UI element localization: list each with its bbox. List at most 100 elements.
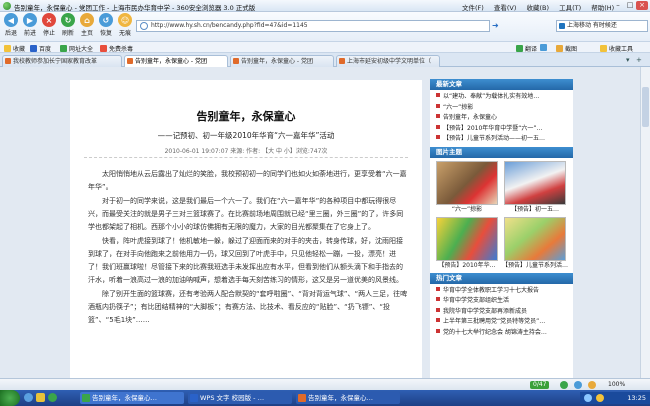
favorites-collect-button[interactable]: 收藏 (4, 44, 25, 53)
list-item[interactable]: 【预告】儿童节系列活动——初一五… (436, 134, 570, 145)
network-icon[interactable] (584, 394, 592, 402)
traceless-button[interactable]: ☺ 无痕 (116, 13, 134, 37)
tab-yanan-school[interactable]: 上海市延安初级中学文明单位（ (336, 55, 440, 67)
list-item[interactable]: 华育中学全体教职工学习十七大报告 (436, 286, 570, 297)
gallery-item[interactable]: 【预告】初一五… (502, 160, 568, 214)
menu-tools[interactable]: 工具(T) (559, 4, 581, 12)
wps-icon (190, 394, 198, 402)
home-button[interactable]: ⌂ 主页 (78, 13, 96, 37)
list-item[interactable]: 以“建功、奉献”为载体扎实有效地… (436, 92, 570, 103)
clock: 13:25 (627, 394, 646, 402)
resource-counter-badge[interactable]: 0/47 (530, 381, 550, 389)
page-favicon-icon (233, 58, 239, 64)
navigation-toolbar: ◀ 后退 ▶ 前进 × 停止 ↻ 刷新 ⌂ 主页 ↺ 恢复 ☺ 无痕 http:… (0, 12, 650, 41)
speed-icon[interactable] (588, 381, 596, 389)
favorite-url-directory[interactable]: 网址大全 (60, 44, 93, 53)
forward-arrow-icon: ▶ (23, 13, 37, 27)
vertical-scrollbar[interactable] (640, 67, 650, 378)
favorite-baidu[interactable]: 百度 (30, 44, 51, 53)
list-item[interactable]: 告别童年，永保童心 (436, 113, 570, 124)
tab-article-duplicate[interactable]: 告别童年，永保童心 - 党团 (230, 55, 334, 67)
hot-articles-list: 华育中学全体教职工学习十七大报告 华育中学党支部组织生活 我院华育中学党支部再添… (430, 284, 573, 341)
close-icon[interactable]: × (636, 1, 648, 10)
title-bar: 告别童年，永保童心 - 党团工作 - 上海市民办华育中学 - 360安全浏览器 … (0, 0, 650, 12)
search-text: 上海移动 有时候还 (567, 22, 617, 29)
latest-articles-list: 以“建功、奉献”为载体扎实有效地… “六一”掠影 告别童年，永保童心 【预告】2… (430, 90, 573, 147)
status-bar: 0/47 100% (0, 378, 650, 390)
address-bar[interactable]: http://www.hy.sh.cn/bencandy.php?fid=47&… (136, 20, 490, 32)
new-tab-icon[interactable]: + (636, 56, 642, 64)
start-button[interactable] (0, 390, 20, 406)
unknown-tool-button[interactable] (540, 44, 549, 52)
gallery-grid: “六一”掠影 【预告】初一五… 【预告】2010年华… 【预告】儿童节系列活… (430, 158, 573, 273)
menu-view[interactable]: 查看(V) (494, 4, 517, 12)
menu-file[interactable]: 文件(F) (462, 4, 484, 12)
taskbar-browser-window-2[interactable]: 告别童年，永保童心… (296, 392, 400, 404)
back-arrow-icon: ◀ (4, 13, 18, 27)
folder-icon (600, 45, 607, 52)
bullet-icon (436, 297, 440, 301)
menu-help[interactable]: 帮助(H) (591, 4, 614, 12)
volume-icon[interactable] (596, 394, 604, 402)
article-paragraph: 除了别开生面的篮球赛，还有考验两人配合默契的“套呼啦圈”、“背对背运气球”、“两… (88, 290, 408, 324)
list-item[interactable]: 上半年第三批聘用党“党员特等党员”… (436, 317, 570, 328)
list-item[interactable]: 我院华育中学党支部再添新成员 (436, 307, 570, 318)
poster-thumbnail (504, 216, 566, 261)
list-item[interactable]: 【预告】2010年华育中学暨“六一”… (436, 124, 570, 135)
article-paragraph: 对于初一的同学来说，这是我们最后一个六一了。我们在“六一嘉年华”的各种项目中都玩… (88, 197, 404, 231)
gallery-item[interactable]: “六一”掠影 (434, 160, 500, 214)
favorite-free-antivirus[interactable]: 免费杀毒 (100, 44, 133, 53)
bullet-icon (436, 135, 440, 139)
browser-icon (82, 394, 90, 402)
home-icon: ⌂ (80, 13, 94, 27)
taskbar-browser-window[interactable]: 告别童年，永保童心… (80, 392, 184, 404)
gallery-header: 图片主题 (430, 146, 573, 158)
stop-button[interactable]: × 停止 (40, 13, 58, 37)
tab-article-active[interactable]: 告别童年，永保童心 - 党团 (124, 55, 228, 67)
gallery-item[interactable]: 【预告】2010年华… (434, 216, 500, 270)
go-arrow-icon[interactable]: ➜ (492, 21, 502, 31)
gallery-item[interactable]: 【预告】儿童节系列活… (502, 216, 568, 270)
article-panel: 告别童年，永保童心 ——记预初、初一年级2010年华育“六一嘉年华”活动 201… (70, 80, 422, 390)
page-favicon-icon (339, 58, 345, 64)
list-item[interactable]: 华育中学党支部组织生活 (436, 296, 570, 307)
browser-logo-icon (3, 2, 11, 10)
photo-thumbnail (504, 160, 566, 205)
back-button[interactable]: ◀ 后退 (2, 13, 20, 37)
list-item[interactable]: “六一”掠影 (436, 103, 570, 114)
favorites-tools-button[interactable]: 收藏工具 (600, 44, 633, 53)
tab-list-icon[interactable]: ▾ (626, 56, 630, 64)
bullet-icon (436, 318, 440, 322)
article-body: 太阳悄悄地从云后露出了灿烂的笑脸，我校预初初一的同学们也如火如荼地进行，更享受着… (88, 168, 408, 328)
scrollbar-thumb[interactable] (642, 87, 649, 127)
list-item[interactable]: 党的十七大举行纪念会 胡锦涛主持会… (436, 328, 570, 339)
windows-taskbar: 告别童年，永保童心… WPS 文字 校园版 - … 告别童年，永保童心… 13:… (0, 390, 650, 406)
bullet-icon (436, 93, 440, 97)
zoom-level[interactable]: 100% (608, 381, 625, 388)
stop-icon: × (42, 13, 56, 27)
security-shield-icon[interactable] (560, 381, 568, 389)
screenshot-button[interactable]: 截图 (556, 44, 577, 53)
quicklaunch-desktop-icon[interactable] (36, 393, 45, 402)
bullet-icon (436, 286, 440, 291)
globe-icon (140, 22, 148, 30)
menu-favorites[interactable]: 收藏(B) (527, 4, 550, 12)
address-url: http://www.hy.sh.cn/bencandy.php?fid=47&… (151, 22, 308, 29)
quicklaunch-360-icon[interactable] (48, 393, 57, 402)
tab-teacher-news[interactable]: 我校教师参加长宁国家教育改革 (2, 55, 122, 67)
refresh-button[interactable]: ↻ 刷新 (59, 13, 77, 37)
traceless-icon: ☺ (118, 13, 132, 27)
poster-thumbnail (436, 216, 498, 261)
taskbar-wps-window[interactable]: WPS 文字 校园版 - … (188, 392, 292, 404)
forward-button[interactable]: ▶ 前进 (21, 13, 39, 37)
restore-button[interactable]: ↺ 恢复 (97, 13, 115, 37)
translate-button[interactable]: 翻译 (516, 44, 537, 53)
minimize-icon[interactable]: – (612, 1, 624, 10)
article-paragraph: 太阳悄悄地从云后露出了灿烂的笑脸，我校预初初一的同学们也如火如荼地进行，更享受着… (88, 170, 407, 191)
latest-articles-header: 最新文章 (430, 79, 573, 90)
quicklaunch-ie-icon[interactable] (24, 393, 33, 402)
translate-icon (516, 45, 523, 52)
download-icon[interactable] (574, 381, 582, 389)
maximize-icon[interactable]: □ (624, 1, 636, 10)
search-input[interactable]: 上海移动 有时候还 (556, 20, 648, 32)
